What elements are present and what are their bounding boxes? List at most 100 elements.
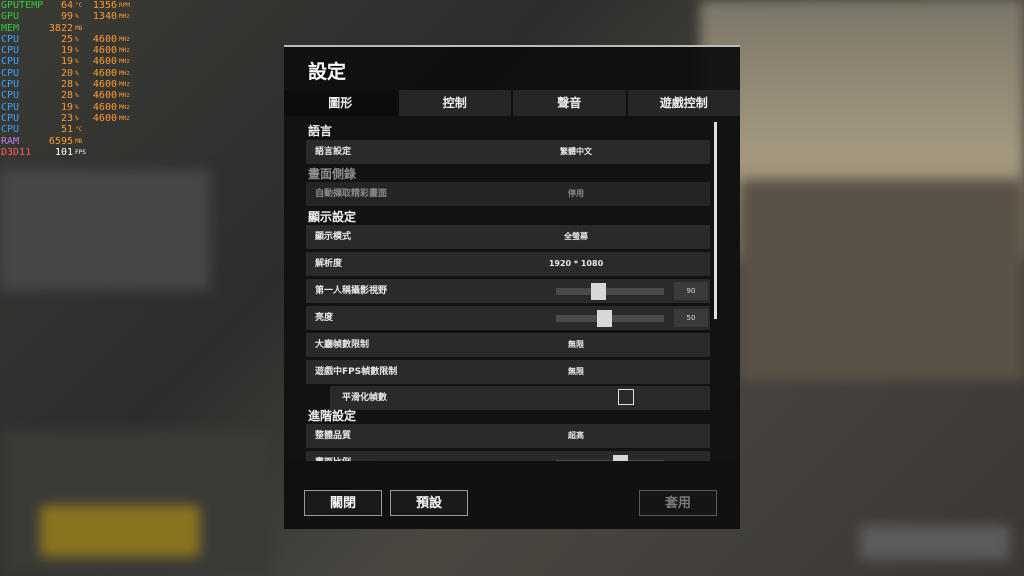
overlay-value-secondary: 4600 — [92, 90, 117, 102]
row-label: 整體品質 — [315, 431, 352, 441]
overlay-value: 28 — [60, 79, 73, 91]
overlay-unit: MB — [75, 137, 83, 145]
overlay-value: 6595 — [48, 135, 73, 147]
overlay-unit: °C — [75, 2, 83, 9]
overlay-unit: % — [75, 81, 79, 89]
overlay-value: 51 — [60, 124, 73, 136]
row-ingame-fps[interactable]: 遊戲中FPS幀數限制 無限 — [306, 360, 710, 384]
tab-gameplay[interactable]: 遊戲控制 — [627, 90, 740, 116]
brightness-slider[interactable] — [556, 310, 664, 327]
overlay-value: 99 — [60, 11, 73, 23]
row-screen-scale[interactable]: 畫面比例 — [306, 451, 710, 461]
row-language-setting[interactable]: 語言設定 繁體中文 — [306, 140, 710, 164]
overlay-unit-secondary: MHz — [119, 81, 130, 89]
scrollbar[interactable] — [714, 122, 717, 319]
smooth-fps-checkbox[interactable] — [618, 389, 634, 405]
overlay-unit-secondary: MHz — [119, 69, 130, 77]
row-display-mode[interactable]: 顯示模式 全螢幕 — [306, 225, 710, 249]
fov-value-input[interactable]: 90 — [674, 282, 708, 300]
overlay-value-secondary: 4600 — [92, 56, 117, 68]
background-logo — [860, 525, 1010, 560]
overlay-unit-secondary: MHz — [119, 13, 130, 21]
settings-list[interactable]: 語言 語言設定 繁體中文 畫面側錄 自動擷取精彩畫面 停用 顯示設定 顯示模式 … — [284, 116, 740, 461]
row-smooth-fps[interactable]: 平滑化幀數 — [330, 386, 710, 410]
overlay-unit: °C — [75, 126, 83, 134]
fov-slider[interactable] — [556, 283, 664, 300]
brightness-value-input[interactable]: 50 — [674, 309, 708, 327]
ingame-fps-dropdown[interactable]: 無限 — [526, 360, 626, 384]
tab-controls[interactable]: 控制 — [398, 90, 511, 116]
section-language: 語言 — [308, 124, 333, 138]
section-replay: 畫面側錄 — [308, 167, 357, 181]
overlay-label: CPU — [1, 79, 20, 91]
row-brightness[interactable]: 亮度 50 — [306, 306, 710, 330]
overlay-value: 28 — [60, 90, 73, 102]
overlay-unit-secondary: MHz — [119, 103, 130, 111]
overlay-label: CPU — [1, 45, 20, 57]
overlay-unit-secondary: MHz — [119, 35, 130, 43]
background-start-button — [40, 505, 200, 557]
overlay-value-secondary: 4600 — [92, 79, 117, 91]
resolution-dropdown[interactable]: 1920 * 1080 — [526, 252, 626, 276]
overlay-value-secondary: 4600 — [92, 112, 117, 124]
overlay-unit: % — [75, 69, 79, 77]
slider-handle[interactable] — [591, 283, 606, 300]
overlay-label: MEM — [1, 22, 20, 34]
overall-quality-dropdown[interactable]: 超高 — [526, 424, 626, 448]
display-mode-dropdown[interactable]: 全螢幕 — [526, 225, 626, 249]
language-dropdown[interactable]: 繁體中文 — [526, 140, 626, 164]
overlay-value: 3822 — [48, 22, 73, 34]
row-auto-capture[interactable]: 自動擷取精彩畫面 停用 — [306, 182, 710, 206]
overlay-label: CPU — [1, 112, 20, 124]
overlay-label: D3D11 — [1, 146, 32, 158]
overlay-unit: % — [75, 114, 79, 122]
default-button[interactable]: 預設 — [390, 490, 468, 516]
overlay-value-secondary: 4600 — [92, 67, 117, 79]
overlay-value: 64 — [60, 0, 73, 11]
lobby-fps-dropdown[interactable]: 無限 — [526, 333, 626, 357]
overlay-value-secondary: 4600 — [92, 45, 117, 57]
overlay-label: GPU — [1, 11, 20, 23]
apply-button[interactable]: 套用 — [639, 490, 717, 516]
row-label: 顯示模式 — [315, 232, 352, 242]
tab-graphics[interactable]: 圖形 — [284, 90, 397, 116]
dialog-top-border — [284, 45, 740, 47]
background-panel — [0, 170, 210, 290]
row-label: 亮度 — [315, 313, 334, 323]
overlay-value: 101 — [54, 146, 73, 158]
overlay-unit: % — [75, 47, 79, 55]
close-button[interactable]: 關閉 — [304, 490, 382, 516]
overlay-unit-secondary: MHz — [119, 114, 130, 122]
tab-bar: 圖形 控制 聲音 遊戲控制 — [284, 90, 740, 116]
overlay-value-secondary: 4600 — [92, 101, 117, 113]
row-fov[interactable]: 第一人稱攝影視野 90 — [306, 279, 710, 303]
row-lobby-fps[interactable]: 大廳幀數限制 無限 — [306, 333, 710, 357]
settings-dialog: 設定 圖形 控制 聲音 遊戲控制 語言 語言設定 繁體中文 畫面側錄 自動擷取精… — [284, 45, 740, 529]
row-label: 第一人稱攝影視野 — [315, 286, 388, 296]
overlay-label: CPU — [1, 33, 20, 45]
background-mountain — [740, 180, 1024, 380]
overlay-unit: MB — [75, 24, 83, 32]
dialog-title: 設定 — [308, 61, 347, 83]
screen-scale-slider[interactable] — [556, 455, 664, 461]
overlay-unit: % — [75, 58, 79, 66]
overlay-label: CPU — [1, 90, 20, 102]
overlay-value: 19 — [60, 45, 73, 57]
overlay-label: GPUTEMP — [1, 0, 44, 11]
overlay-value: 23 — [60, 112, 73, 124]
row-label: 解析度 — [315, 259, 343, 269]
overlay-unit: % — [75, 92, 79, 100]
overlay-unit: % — [75, 35, 79, 43]
overlay-unit: % — [75, 103, 79, 111]
overlay-value-secondary: 4600 — [92, 33, 117, 45]
row-resolution[interactable]: 解析度 1920 * 1080 — [306, 252, 710, 276]
section-display: 顯示設定 — [308, 210, 357, 224]
auto-capture-dropdown[interactable]: 停用 — [526, 182, 626, 206]
row-label: 大廳幀數限制 — [315, 340, 370, 350]
slider-handle[interactable] — [597, 310, 612, 327]
row-overall-quality[interactable]: 整體品質 超高 — [306, 424, 710, 448]
tab-sound[interactable]: 聲音 — [513, 90, 626, 116]
overlay-unit-secondary: MHz — [119, 47, 130, 55]
overlay-label: CPU — [1, 101, 20, 113]
slider-handle[interactable] — [613, 455, 628, 461]
